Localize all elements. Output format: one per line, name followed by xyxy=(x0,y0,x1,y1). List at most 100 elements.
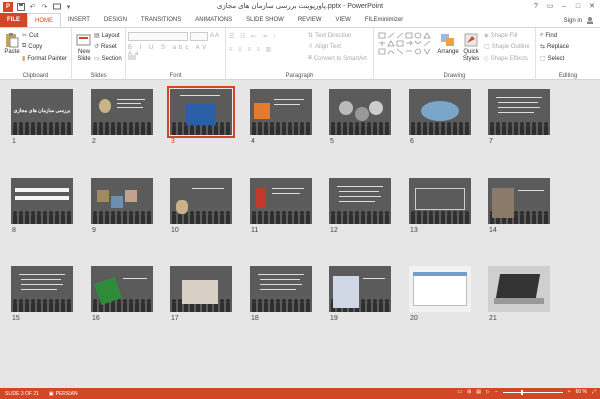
convert-smartart-button[interactable]: ⧈ Convert to SmartArt xyxy=(308,55,367,62)
fit-to-window-icon[interactable]: ⤢ xyxy=(592,389,596,395)
slide-number: 8 xyxy=(12,227,16,234)
shape-outline-button[interactable]: ▢ Shape Outline xyxy=(484,43,530,51)
slide-thumbnail[interactable] xyxy=(409,266,471,312)
slide-thumbnail[interactable] xyxy=(329,266,391,312)
tab-design[interactable]: DESIGN xyxy=(97,13,134,27)
slide-thumbnail[interactable] xyxy=(11,266,73,312)
slide-number: 15 xyxy=(12,315,20,322)
help-icon[interactable]: ? xyxy=(530,0,542,12)
zoom-in-button[interactable]: + xyxy=(568,389,571,395)
drawing-group: Arrange Quick Styles ◈ Shape Fill ▢ Shap… xyxy=(374,28,536,80)
layout-button[interactable]: ▤ Layout xyxy=(94,32,120,40)
slide-number: 5 xyxy=(330,138,334,145)
reading-view-icon[interactable]: ▤ xyxy=(476,389,481,395)
minimize-button[interactable]: – xyxy=(558,0,570,12)
align-text-icon: ⇳ xyxy=(308,44,314,50)
normal-view-icon[interactable]: ▭ xyxy=(457,389,462,395)
slide-thumbnail[interactable] xyxy=(329,178,391,224)
tab-fileminimizer[interactable]: FILEminimizer xyxy=(358,13,410,27)
slide-thumbnail[interactable] xyxy=(409,178,471,224)
layout-icon: ▤ xyxy=(94,33,100,39)
slide-thumbnail[interactable] xyxy=(409,89,471,135)
zoom-slider[interactable] xyxy=(502,389,563,395)
tab-animations[interactable]: ANIMATIONS xyxy=(188,13,239,27)
shape-effects-icon: ◇ xyxy=(484,56,489,62)
slide-thumbnail[interactable] xyxy=(91,178,153,224)
tab-slide-show[interactable]: SLIDE SHOW xyxy=(239,13,291,27)
new-slide-button[interactable]: New Slide xyxy=(73,32,95,63)
slide-number: 10 xyxy=(171,227,179,234)
text-direction-button[interactable]: ⇅ Text Direction xyxy=(308,32,351,40)
cut-button[interactable]: ✂ Cut xyxy=(22,32,38,40)
replace-button[interactable]: ⇆ Replace xyxy=(540,43,569,51)
slide-thumbnail[interactable] xyxy=(170,178,232,224)
maximize-button[interactable]: □ xyxy=(572,0,584,12)
slide-thumbnail[interactable] xyxy=(250,178,312,224)
tab-view[interactable]: VIEW xyxy=(329,13,358,27)
select-button[interactable]: ⬚ Select xyxy=(540,55,564,63)
font-name-combobox[interactable] xyxy=(128,32,188,41)
slide-sorter-view-icon[interactable]: ⊞ xyxy=(467,389,471,395)
sign-in-link[interactable]: Sign in xyxy=(564,18,582,24)
slide-number: 3 xyxy=(171,138,175,145)
slide-thumbnail[interactable] xyxy=(167,86,235,138)
shape-fill-button[interactable]: ◈ Shape Fill xyxy=(484,32,517,40)
slide-number: 11 xyxy=(251,227,259,234)
paste-icon xyxy=(6,33,19,48)
slide-number: 12 xyxy=(330,227,338,234)
slide-thumbnail[interactable] xyxy=(91,266,153,312)
slide-thumbnail[interactable] xyxy=(250,89,312,135)
slide-thumbnail[interactable] xyxy=(488,178,550,224)
tab-review[interactable]: REVIEW xyxy=(291,13,329,27)
paragraph-group: ☰ ☷ ⇤ ⇥ ↕ ≡ ≡ ≡ ≡ ▥ ⇅ Text Direction ⇳ A… xyxy=(226,28,374,80)
slide-thumbnail[interactable] xyxy=(488,89,550,135)
tab-file[interactable]: FILE xyxy=(0,13,27,27)
grow-font-icon[interactable]: A A xyxy=(210,33,219,39)
slide-number: 21 xyxy=(489,315,497,322)
copy-button[interactable]: ⧉ Copy xyxy=(22,43,42,50)
scissors-icon: ✂ xyxy=(22,33,28,39)
close-button[interactable]: ✕ xyxy=(586,0,598,12)
format-painter-button[interactable]: ▮ Format Painter xyxy=(22,55,67,63)
language-indicator[interactable]: ▣ PERSIAN xyxy=(49,391,78,397)
drawing-label: Drawing xyxy=(443,73,466,79)
shape-effects-button[interactable]: ◇ Shape Effects xyxy=(484,55,528,63)
list-buttons[interactable]: ☰ ☷ ⇤ ⇥ ↕ xyxy=(229,33,277,40)
zoom-slider-thumb[interactable] xyxy=(520,389,523,395)
font-color-icon[interactable] xyxy=(128,55,136,60)
quick-styles-icon xyxy=(464,33,478,47)
slide-number: 17 xyxy=(171,315,179,322)
zoom-level[interactable]: 60 % xyxy=(576,389,587,395)
slide-number: 4 xyxy=(251,138,255,145)
tab-insert[interactable]: INSERT xyxy=(61,13,97,27)
zoom-out-button[interactable]: – xyxy=(495,389,498,395)
proofing-icon: ▣ xyxy=(48,390,54,397)
font-size-combobox[interactable] xyxy=(190,32,208,41)
slide-thumbnail[interactable]: بررسی سازمان های مجازی xyxy=(11,89,73,135)
align-text-button[interactable]: ⇳ Align Text xyxy=(308,43,341,51)
quick-styles-button[interactable]: Quick Styles xyxy=(460,32,482,63)
slide-thumbnail[interactable] xyxy=(329,89,391,135)
ribbon-display-options-icon[interactable]: ▭ xyxy=(544,0,556,12)
clipboard-group: Paste ✂ Cut ⧉ Copy ▮ Format Painter Clip… xyxy=(0,28,72,80)
align-buttons[interactable]: ≡ ≡ ≡ ≡ ▥ xyxy=(229,46,273,53)
slide-thumbnail[interactable] xyxy=(488,266,550,312)
editing-group: ⌕ Find ⇆ Replace ⬚ Select Editing xyxy=(536,28,600,80)
status-bar: SLIDE 3 OF 21 ▣ PERSIAN ▭ ⊞ ▤ ▷ – + 60 %… xyxy=(0,388,600,399)
shapes-gallery[interactable] xyxy=(378,32,436,60)
paste-button[interactable]: Paste xyxy=(4,32,20,55)
slide-thumbnail[interactable] xyxy=(250,266,312,312)
slide-thumbnail[interactable] xyxy=(170,266,232,312)
find-button[interactable]: ⌕ Find xyxy=(540,32,557,39)
section-button[interactable]: ▭ Section xyxy=(94,55,122,63)
tab-home[interactable]: HOME xyxy=(27,13,61,27)
find-icon: ⌕ xyxy=(540,32,544,38)
slide-thumbnail[interactable] xyxy=(11,178,73,224)
tab-transitions[interactable]: TRANSITIONS xyxy=(134,13,188,27)
slide-thumbnail[interactable] xyxy=(91,89,153,135)
text-direction-icon: ⇅ xyxy=(308,33,314,39)
arrange-button[interactable]: Arrange xyxy=(437,32,459,55)
reset-button[interactable]: ↺ Reset xyxy=(94,43,117,51)
slideshow-view-icon[interactable]: ▷ xyxy=(486,389,490,395)
user-avatar-icon[interactable] xyxy=(586,16,594,26)
